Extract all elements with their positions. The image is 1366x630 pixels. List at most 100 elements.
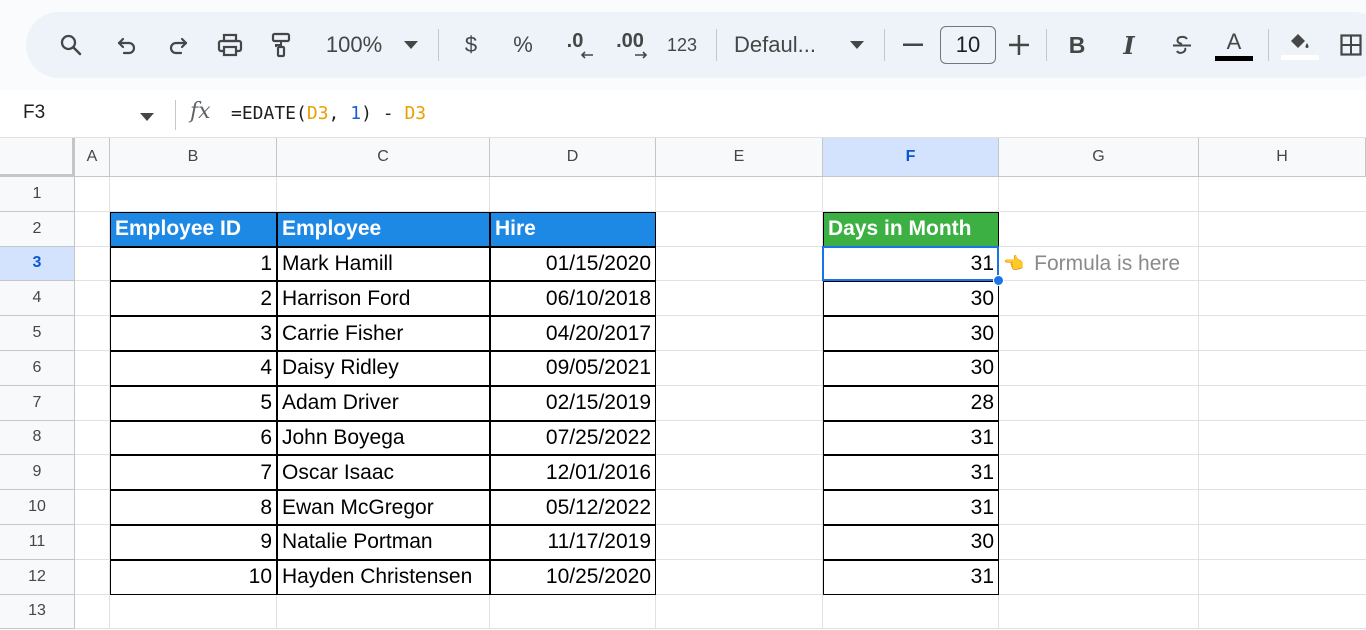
employee-name-cell[interactable]: Harrison Ford — [277, 281, 490, 317]
hire-date-cell[interactable]: 10/25/2020 — [490, 559, 656, 595]
text-color-button[interactable]: A — [1214, 12, 1254, 78]
row-header-9[interactable]: 9 — [0, 455, 75, 491]
row-header-11[interactable]: 11 — [0, 525, 75, 560]
table-header-cell[interactable]: Employee — [277, 211, 490, 247]
column-header-h[interactable]: H — [1199, 138, 1366, 177]
zoom-value: 100% — [325, 32, 383, 57]
currency-format-button[interactable]: $ — [458, 12, 484, 78]
hire-date-cell[interactable]: 11/17/2019 — [490, 525, 656, 560]
column-header-f[interactable]: F — [823, 138, 999, 177]
employee-name-cell[interactable]: Natalie Portman — [277, 525, 490, 560]
search-menus-icon[interactable] — [54, 12, 88, 78]
row-header-6[interactable]: 6 — [0, 351, 75, 386]
employee-name-cell[interactable]: Adam Driver — [277, 385, 490, 421]
spreadsheet-grid: ABCDEFGH 1 2 3 4 5 6 7 8 9 10 11 12 13 Employee ID Em… — [0, 138, 1366, 630]
decrease-decimals-button[interactable]: .0 — [556, 12, 594, 78]
bold-button[interactable]: B — [1062, 12, 1092, 78]
more-formats-button[interactable]: 123 — [662, 12, 702, 78]
name-box[interactable]: F3 — [23, 102, 45, 124]
employee-id-cell[interactable]: 4 — [110, 351, 277, 386]
days-value-cell[interactable]: 30 — [823, 351, 999, 386]
font-family-dropdown-icon[interactable] — [846, 12, 868, 78]
days-value-cell[interactable]: 31 — [823, 559, 999, 595]
row-header-5[interactable]: 5 — [0, 316, 75, 351]
paint-format-icon[interactable] — [264, 12, 298, 78]
hire-date-cell[interactable]: 02/15/2019 — [490, 385, 656, 421]
days-header-cell[interactable]: Days in Month — [823, 211, 999, 247]
employee-id-cell[interactable]: 5 — [110, 385, 277, 421]
row-header-4[interactable]: 4 — [0, 281, 75, 317]
hire-date-cell[interactable]: 05/12/2022 — [490, 490, 656, 525]
column-header-a[interactable]: A — [75, 138, 110, 177]
fx-icon: fx — [190, 99, 211, 124]
employee-id-cell[interactable]: 1 — [110, 246, 277, 282]
select-all-corner[interactable] — [0, 138, 75, 177]
borders-icon[interactable] — [1336, 12, 1366, 78]
strikethrough-icon[interactable] — [1166, 12, 1198, 78]
row-header-7[interactable]: 7 — [0, 385, 75, 421]
italic-label: I — [1123, 30, 1135, 60]
hire-date-cell[interactable]: 07/25/2022 — [490, 420, 656, 456]
font-family-select[interactable]: Defaul... — [734, 12, 834, 78]
employee-name-cell[interactable]: Hayden Christensen — [277, 559, 490, 595]
employee-name-cell[interactable]: Carrie Fisher — [277, 316, 490, 351]
redo-icon[interactable] — [161, 12, 195, 78]
employee-name-cell[interactable]: Oscar Isaac — [277, 455, 490, 491]
table-header-cell[interactable]: Hire — [490, 211, 656, 247]
increase-font-size-icon[interactable] — [1004, 12, 1034, 78]
increase-decimals-button[interactable]: .00 — [610, 12, 650, 78]
employee-name-cell[interactable]: Mark Hamill — [277, 246, 490, 282]
employee-name-cell[interactable]: Ewan McGregor — [277, 490, 490, 525]
row-header-10[interactable]: 10 — [0, 490, 75, 525]
percent-label: % — [513, 32, 533, 57]
undo-icon[interactable] — [110, 12, 144, 78]
hire-date-cell[interactable]: 04/20/2017 — [490, 316, 656, 351]
employee-name-cell[interactable]: John Boyega — [277, 420, 490, 456]
note-cell[interactable]: 👈 Formula is here — [1003, 247, 1180, 282]
row-header-1[interactable]: 1 — [0, 177, 75, 212]
column-header-g[interactable]: G — [999, 138, 1199, 177]
employee-id-cell[interactable]: 3 — [110, 316, 277, 351]
column-header-d[interactable]: D — [490, 138, 656, 177]
formula-input[interactable]: =EDATE(D3, 1) - D3 — [231, 103, 426, 124]
formula-part: ) - — [361, 103, 405, 124]
font-size-input[interactable]: 10 — [940, 12, 996, 78]
zoom-dropdown-icon[interactable] — [400, 12, 422, 78]
pointing-hand-icon: 👈 — [1003, 253, 1025, 273]
employee-id-cell[interactable]: 2 — [110, 281, 277, 317]
percent-format-button[interactable]: % — [508, 12, 538, 78]
row-header-12[interactable]: 12 — [0, 559, 75, 595]
print-icon[interactable] — [212, 12, 248, 78]
employee-id-cell[interactable]: 6 — [110, 420, 277, 456]
employee-id-cell[interactable]: 8 — [110, 490, 277, 525]
hire-date-cell[interactable]: 06/10/2018 — [490, 281, 656, 317]
employee-id-cell[interactable]: 9 — [110, 525, 277, 560]
italic-button[interactable]: I — [1114, 12, 1144, 78]
employee-id-cell[interactable]: 10 — [110, 559, 277, 595]
days-value-cell[interactable]: 28 — [823, 385, 999, 421]
column-header-e[interactable]: E — [656, 138, 823, 177]
days-value-cell[interactable]: 30 — [823, 525, 999, 560]
days-value-cell[interactable]: 31 — [823, 490, 999, 525]
row-header-2[interactable]: 2 — [0, 211, 75, 247]
hire-date-cell[interactable]: 12/01/2016 — [490, 455, 656, 491]
column-header-c[interactable]: C — [277, 138, 490, 177]
employee-name-cell[interactable]: Daisy Ridley — [277, 351, 490, 386]
days-value-cell[interactable]: 31 — [823, 455, 999, 491]
row-header-3[interactable]: 3 — [0, 246, 75, 282]
days-value-cell[interactable]: 31 — [823, 420, 999, 456]
column-header-b[interactable]: B — [110, 138, 277, 177]
decrease-font-size-icon[interactable] — [898, 12, 928, 78]
fill-color-button[interactable] — [1280, 12, 1320, 78]
zoom-select[interactable]: 100% — [318, 12, 390, 78]
employee-id-cell[interactable]: 7 — [110, 455, 277, 491]
days-value-cell[interactable]: 30 — [823, 316, 999, 351]
formula-bar-separator — [175, 100, 176, 130]
days-value-cell[interactable]: 30 — [823, 281, 999, 317]
table-header-cell[interactable]: Employee ID — [110, 211, 277, 247]
row-header-8[interactable]: 8 — [0, 420, 75, 456]
hire-date-cell[interactable]: 09/05/2021 — [490, 351, 656, 386]
row-header-13[interactable]: 13 — [0, 594, 75, 630]
name-box-dropdown-icon[interactable] — [140, 108, 154, 126]
hire-date-cell[interactable]: 01/15/2020 — [490, 246, 656, 282]
